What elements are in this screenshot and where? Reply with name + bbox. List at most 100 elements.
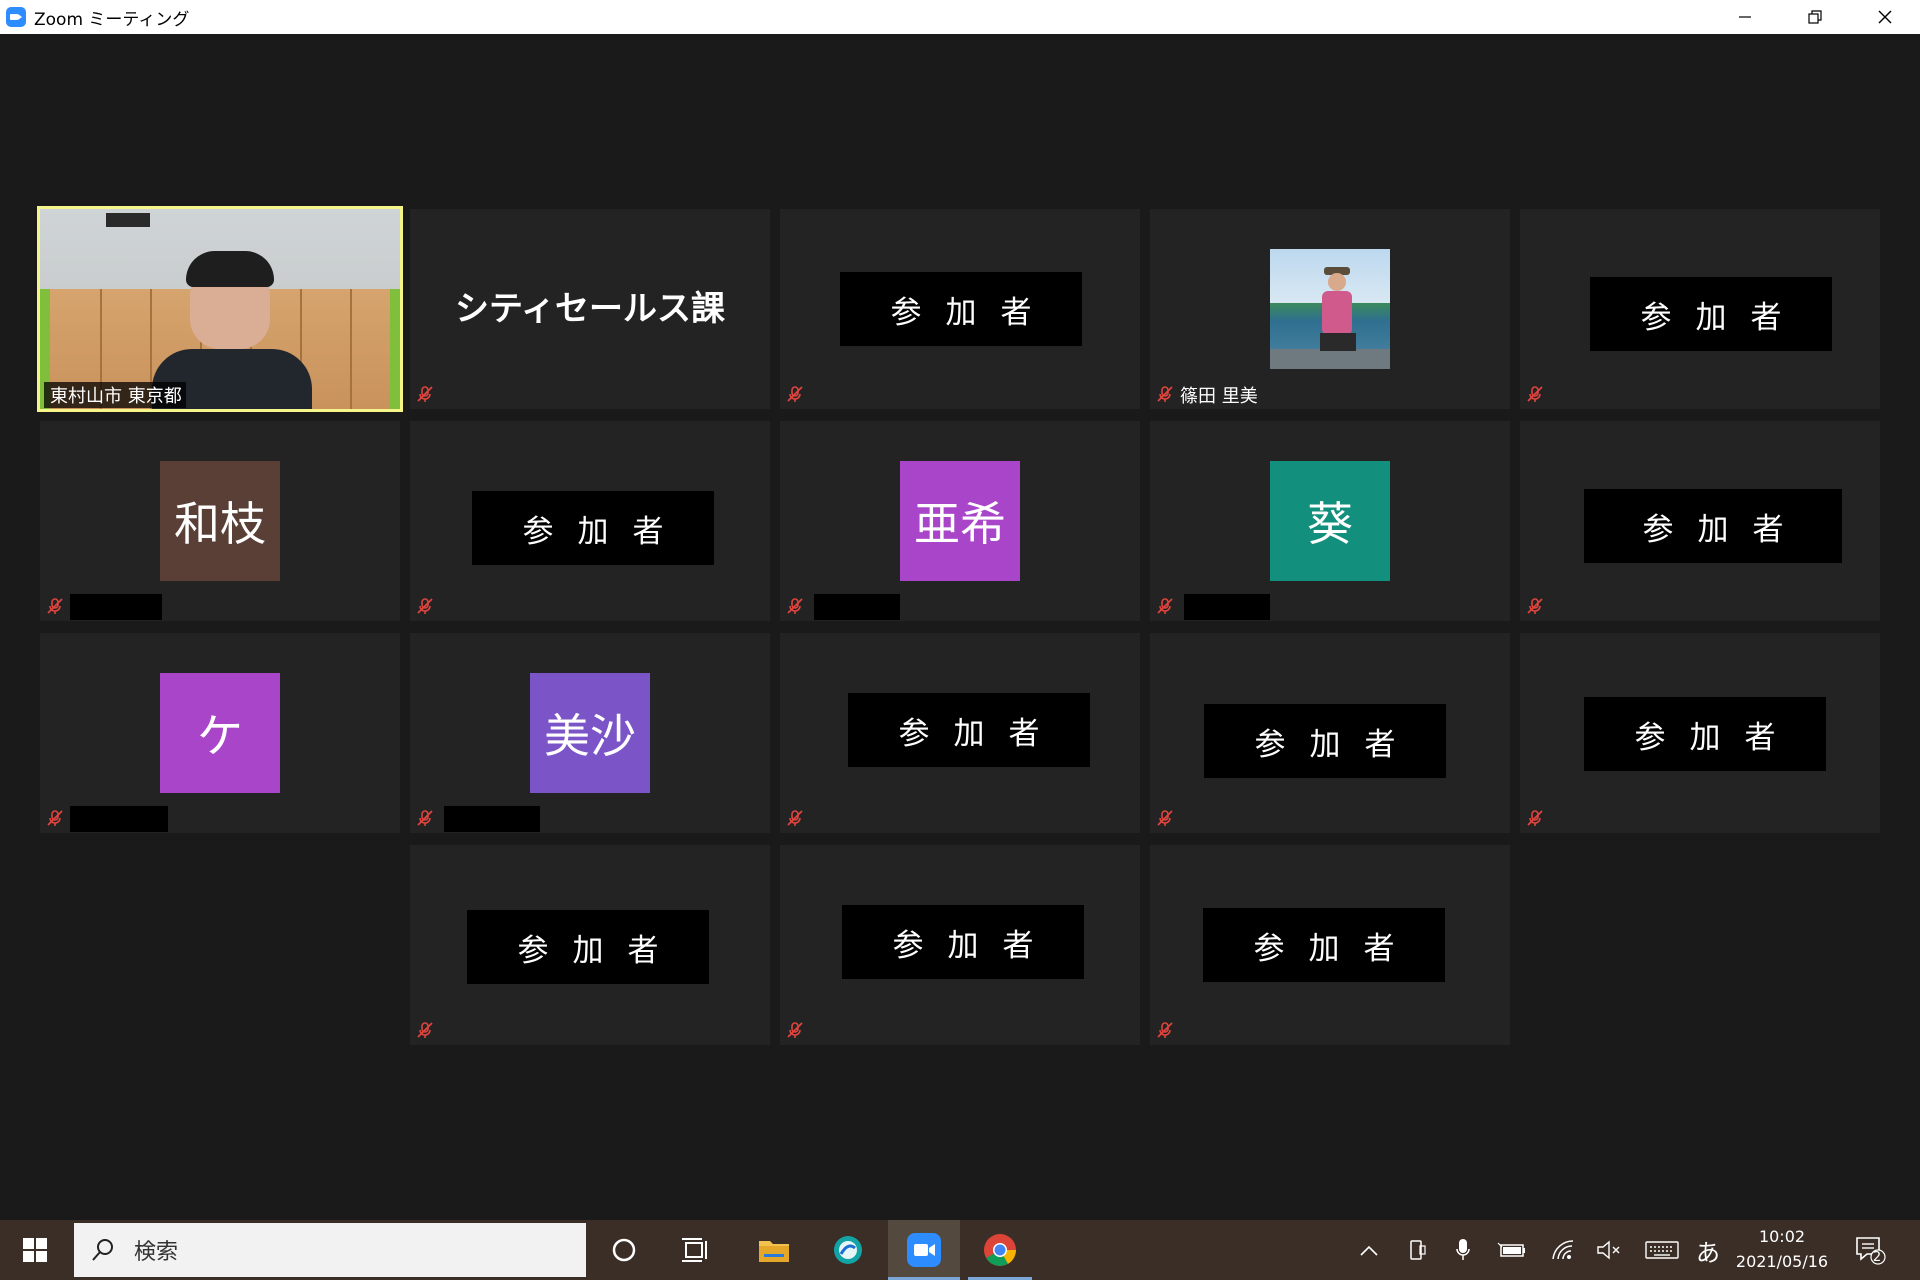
tray-keyboard-button[interactable]: [1642, 1220, 1682, 1280]
cortana-button[interactable]: [594, 1220, 654, 1280]
chevron-up-icon: [1360, 1245, 1378, 1256]
profile-photo: [1270, 249, 1390, 369]
participant-label: 参加者: [1584, 697, 1826, 771]
participant-name-text: 東村山市 東京都: [50, 386, 182, 407]
folder-icon: [759, 1241, 789, 1262]
keyboard-icon: [1645, 1241, 1679, 1259]
participant-tile[interactable]: 参加者: [780, 633, 1140, 833]
minimize-button[interactable]: [1710, 0, 1780, 34]
show-hidden-icons-button[interactable]: [1354, 1220, 1384, 1280]
participant-tile[interactable]: ケ: [40, 633, 400, 833]
participant-label: 参加者: [1584, 489, 1842, 563]
wifi-icon: [1552, 1240, 1574, 1260]
participant-tile[interactable]: 参加者: [1150, 633, 1510, 833]
window-controls: [1710, 0, 1920, 34]
clock-time[interactable]: 10:02: [1756, 1227, 1808, 1246]
windows-logo-icon: [23, 1238, 47, 1262]
action-center-button[interactable]: 2: [1850, 1220, 1890, 1280]
close-button[interactable]: [1850, 0, 1920, 34]
initials-avatar: 和枝: [160, 461, 280, 581]
muted-mic-icon: [1157, 598, 1173, 614]
tray-battery-button[interactable]: [1494, 1220, 1530, 1280]
participant-label: 参加者: [467, 910, 709, 984]
muted-mic-icon: [787, 810, 803, 826]
participant-name: 東村山市 東京都: [44, 382, 186, 408]
participant-label: 参加者: [848, 693, 1090, 767]
task-view-icon: [682, 1238, 707, 1262]
participant-tile[interactable]: 篠田 里美: [1150, 209, 1510, 409]
initials-avatar: ケ: [160, 673, 280, 793]
redacted-name: [444, 806, 540, 832]
muted-mic-icon: [787, 386, 803, 402]
tray-volume-button[interactable]: [1592, 1220, 1626, 1280]
participant-label: 参加者: [1203, 908, 1445, 982]
muted-mic-icon: [787, 598, 803, 614]
participant-label: 参加者: [1590, 277, 1832, 351]
redacted-name: [70, 806, 168, 832]
muted-mic-icon: [1157, 810, 1173, 826]
app-circle-icon: [834, 1236, 862, 1264]
redacted-name: [70, 594, 162, 620]
participant-label: 参加者: [842, 905, 1084, 979]
tray-device-button[interactable]: [1402, 1220, 1432, 1280]
participant-tile[interactable]: 参加者: [780, 209, 1140, 409]
muted-mic-icon: [787, 1022, 803, 1038]
zoom-taskbar-button[interactable]: [888, 1220, 960, 1280]
participant-name: 篠田 里美: [1176, 382, 1262, 408]
device-icon: [1410, 1240, 1426, 1260]
participant-tile[interactable]: 葵: [1150, 421, 1510, 621]
participant-tile[interactable]: 和枝: [40, 421, 400, 621]
microphone-icon: [1456, 1239, 1470, 1260]
participant-name-text: 篠田 里美: [1180, 386, 1258, 407]
zoom-icon: [907, 1233, 941, 1267]
initials-avatar: 葵: [1270, 461, 1390, 581]
muted-mic-icon: [417, 598, 433, 614]
battery-icon: [1497, 1242, 1525, 1257]
participant-tile[interactable]: 参加者: [1520, 209, 1880, 409]
participant-tile[interactable]: 東村山市 東京都: [37, 206, 403, 412]
zoom-app-icon: [6, 7, 26, 27]
participant-label: 参加者: [840, 272, 1082, 346]
restore-icon: [1808, 10, 1822, 24]
video-feed: [40, 209, 400, 409]
muted-mic-icon: [1157, 386, 1173, 402]
chrome-taskbar-button[interactable]: [968, 1220, 1032, 1280]
muted-mic-icon: [1527, 598, 1543, 614]
app-button[interactable]: [816, 1220, 880, 1280]
participant-tile[interactable]: 参加者: [410, 845, 770, 1045]
participant-tile[interactable]: 参加者: [780, 845, 1140, 1045]
start-button[interactable]: [0, 1220, 70, 1280]
chrome-icon: [984, 1234, 1016, 1266]
gallery-view: 東村山市 東京都 シティセールス課 参加者 篠田 里美 参加者 和枝 参加者 亜…: [0, 34, 1920, 1220]
close-icon: [1878, 10, 1892, 24]
cortana-circle-icon: [612, 1238, 636, 1262]
participant-tile[interactable]: 参加者: [1150, 845, 1510, 1045]
tray-microphone-button[interactable]: [1448, 1220, 1478, 1280]
ime-indicator[interactable]: あ: [1692, 1220, 1724, 1280]
muted-mic-icon: [1157, 1022, 1173, 1038]
participant-tile[interactable]: 参加者: [1520, 633, 1880, 833]
muted-mic-icon: [1527, 810, 1543, 826]
clock-date[interactable]: 2021/05/16: [1730, 1252, 1834, 1271]
muted-mic-icon: [47, 810, 63, 826]
notification-count: 2: [1872, 1250, 1882, 1265]
tray-network-button[interactable]: [1546, 1220, 1580, 1280]
muted-mic-icon: [417, 386, 433, 402]
participant-tile[interactable]: 亜希: [780, 421, 1140, 621]
participant-label: 参加者: [472, 491, 714, 565]
participant-tile[interactable]: 美沙: [410, 633, 770, 833]
participant-tile[interactable]: シティセールス課: [410, 209, 770, 409]
search-icon: [92, 1239, 113, 1261]
redacted-name: [1184, 594, 1270, 620]
task-view-button[interactable]: [666, 1220, 726, 1280]
initials-avatar: 美沙: [530, 673, 650, 793]
participant-tile[interactable]: 参加者: [410, 421, 770, 621]
file-explorer-button[interactable]: [742, 1220, 806, 1280]
minimize-icon: [1739, 16, 1751, 18]
muted-mic-icon: [417, 810, 433, 826]
participant-tile[interactable]: 参加者: [1520, 421, 1880, 621]
participant-label: 参加者: [1204, 704, 1446, 778]
taskbar-search-input[interactable]: 検索: [74, 1223, 586, 1277]
muted-mic-icon: [1527, 386, 1543, 402]
restore-button[interactable]: [1780, 0, 1850, 34]
